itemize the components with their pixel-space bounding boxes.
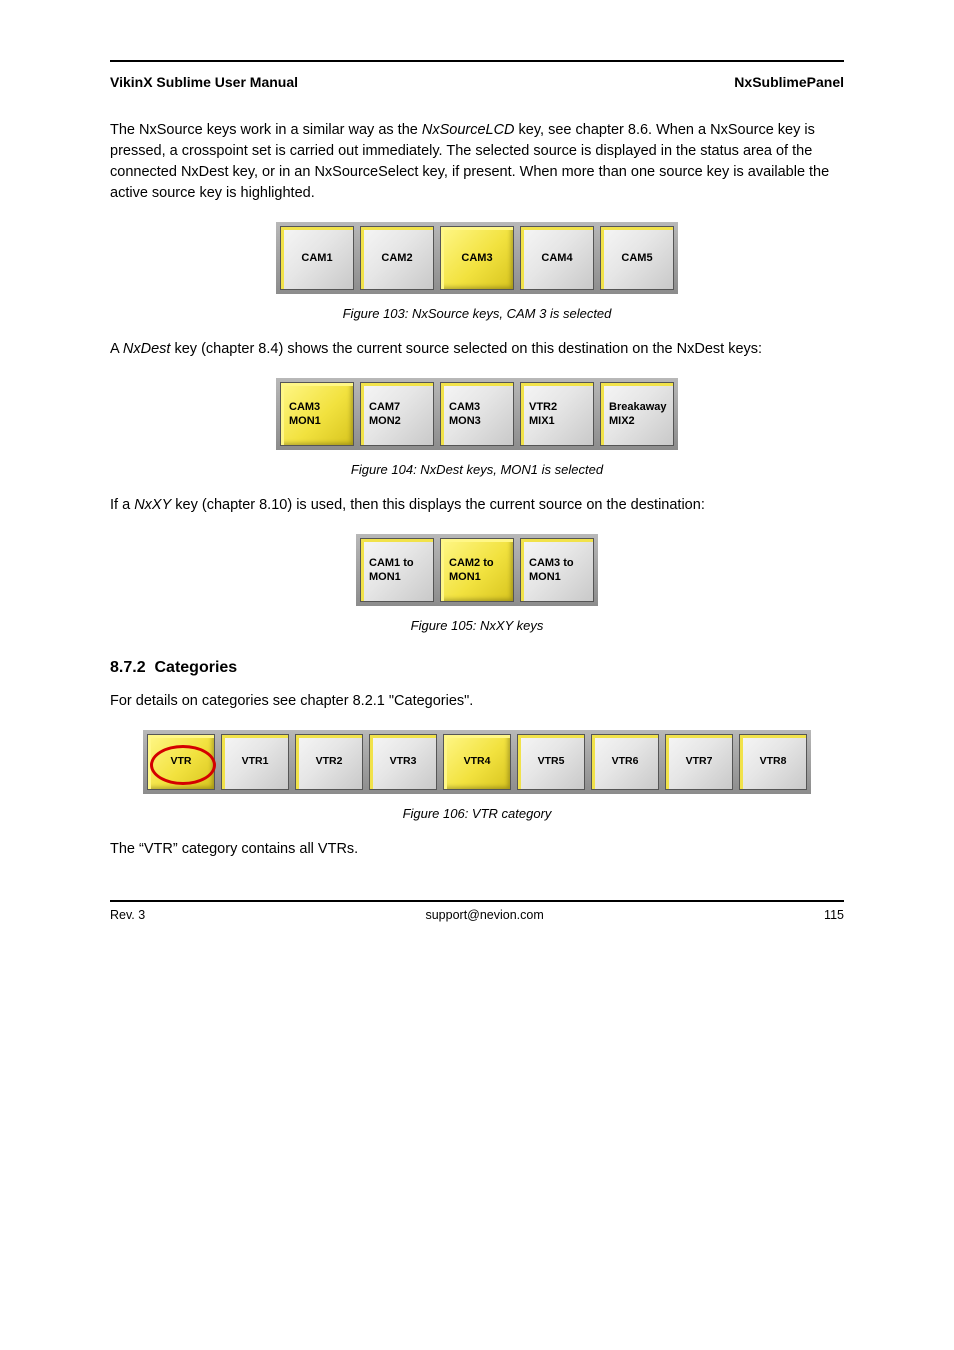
figure-104: CAM3MON1 CAM7MON2 CAM3MON3 VTR2MIX1 Brea… <box>110 378 844 450</box>
category-button-vtr8[interactable]: VTR8 <box>739 734 807 790</box>
caption-103: Figure 103: NxSource keys, CAM 3 is sele… <box>110 306 844 321</box>
figure-103: CAM1 CAM2 CAM3 CAM4 CAM5 <box>110 222 844 294</box>
dest-button-row: CAM3MON1 CAM7MON2 CAM3MON3 VTR2MIX1 Brea… <box>276 378 678 450</box>
dest-button-mix1[interactable]: VTR2MIX1 <box>520 382 594 446</box>
link-nxsourcelcd: NxSourceLCD <box>422 122 515 138</box>
section-number: 8.7.2 <box>110 659 146 676</box>
page-footer: Rev. 3 support@nevion.com 115 <box>110 908 844 922</box>
section-title: Categories <box>154 659 237 676</box>
category-button-vtr1[interactable]: VTR1 <box>221 734 289 790</box>
xy-button-row: CAM1 toMON1 CAM2 toMON1 CAM3 toMON1 <box>356 534 598 606</box>
dest-button-mon2[interactable]: CAM7MON2 <box>360 382 434 446</box>
footer-email: support@nevion.com <box>425 908 543 922</box>
paragraph-3: If a NxXY key (chapter 8.10) is used, th… <box>110 495 844 516</box>
source-button-cam5[interactable]: CAM5 <box>600 226 674 290</box>
header-right: NxSublimePanel <box>734 74 844 90</box>
category-button-vtr6[interactable]: VTR6 <box>591 734 659 790</box>
xy-button-cam2[interactable]: CAM2 toMON1 <box>440 538 514 602</box>
category-button-vtr4[interactable]: VTR4 <box>443 734 511 790</box>
source-button-cam4[interactable]: CAM4 <box>520 226 594 290</box>
category-button-vtr2[interactable]: VTR2 <box>295 734 363 790</box>
link-nxxy: NxXY <box>134 497 171 513</box>
footer-rev: Rev. 3 <box>110 908 145 922</box>
dest-button-mon1[interactable]: CAM3MON1 <box>280 382 354 446</box>
source-button-cam1[interactable]: CAM1 <box>280 226 354 290</box>
source-button-row: CAM1 CAM2 CAM3 CAM4 CAM5 <box>276 222 678 294</box>
link-nxdest: NxDest <box>123 341 171 357</box>
category-button-row: VTR VTR1 VTR2 VTR3 VTR4 VTR5 VTR6 VTR7 V… <box>143 730 811 794</box>
dest-button-mix2[interactable]: BreakawayMIX2 <box>600 382 674 446</box>
paragraph-5: The “VTR” category contains all VTRs. <box>110 839 844 860</box>
paragraph-1: The NxSource keys work in a similar way … <box>110 120 844 204</box>
figure-105: CAM1 toMON1 CAM2 toMON1 CAM3 toMON1 <box>110 534 844 606</box>
xy-button-cam1[interactable]: CAM1 toMON1 <box>360 538 434 602</box>
header-left: VikinX Sublime User Manual <box>110 74 298 90</box>
category-button-vtr[interactable]: VTR <box>147 734 215 790</box>
footer-page: 115 <box>824 908 844 922</box>
category-button-vtr7[interactable]: VTR7 <box>665 734 733 790</box>
caption-106: Figure 106: VTR category <box>110 806 844 821</box>
xy-button-cam3[interactable]: CAM3 toMON1 <box>520 538 594 602</box>
figure-106: VTR VTR1 VTR2 VTR3 VTR4 VTR5 VTR6 VTR7 V… <box>110 730 844 794</box>
caption-105: Figure 105: NxXY keys <box>110 618 844 633</box>
caption-104: Figure 104: NxDest keys, MON1 is selecte… <box>110 462 844 477</box>
page-header: VikinX Sublime User Manual NxSublimePane… <box>110 74 844 90</box>
source-button-cam2[interactable]: CAM2 <box>360 226 434 290</box>
category-button-vtr3[interactable]: VTR3 <box>369 734 437 790</box>
dest-button-mon3[interactable]: CAM3MON3 <box>440 382 514 446</box>
paragraph-2: A NxDest key (chapter 8.4) shows the cur… <box>110 339 844 360</box>
section-heading: 8.7.2 Categories <box>110 659 844 677</box>
source-button-cam3[interactable]: CAM3 <box>440 226 514 290</box>
paragraph-4: For details on categories see chapter 8.… <box>110 691 844 712</box>
category-button-vtr5[interactable]: VTR5 <box>517 734 585 790</box>
